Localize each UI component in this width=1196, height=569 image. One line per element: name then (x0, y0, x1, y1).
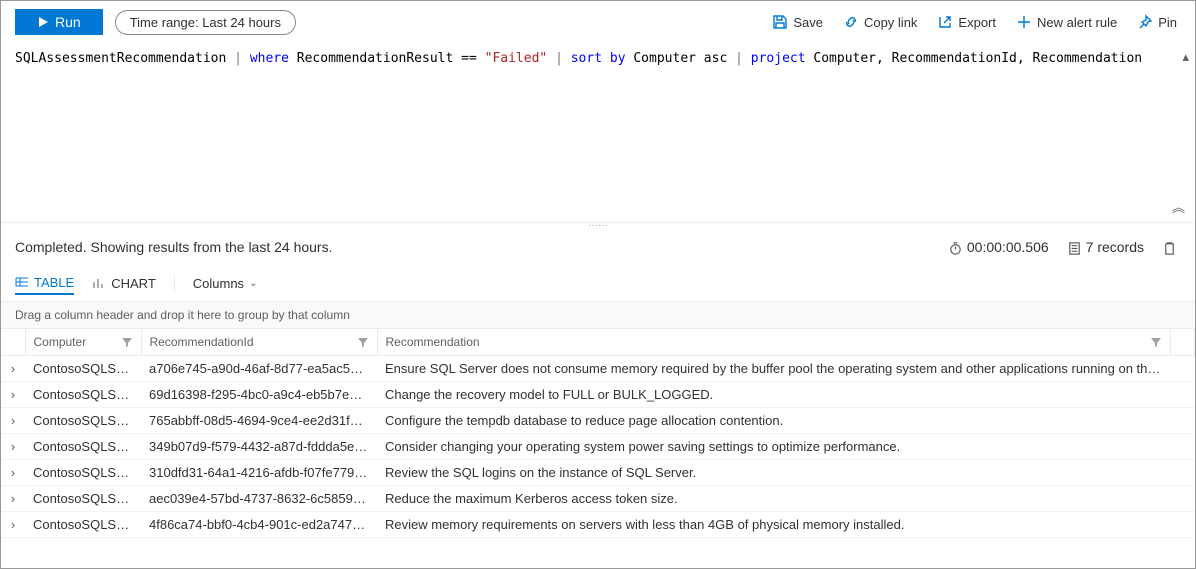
cell-recommendation: Reduce the maximum Kerberos access token… (377, 485, 1171, 511)
tab-chart[interactable]: CHART (92, 273, 156, 294)
table-row: ›ContosoSQLSrv1a706e745-a90d-46af-8d77-e… (1, 355, 1195, 381)
new-alert-button[interactable]: New alert rule (1012, 12, 1121, 32)
col-header-recommendation[interactable]: Recommendation (377, 329, 1171, 356)
run-button[interactable]: Run (15, 9, 103, 35)
pin-button[interactable]: Pin (1133, 12, 1181, 32)
table-row: ›ContosoSQLSrv14f86ca74-bbf0-4cb4-901c-e… (1, 511, 1195, 537)
cell-extra (1171, 381, 1195, 407)
save-label: Save (793, 15, 823, 30)
filter-icon[interactable] (357, 336, 369, 348)
table-row: ›ContosoSQLSrv1765abbff-08d5-4694-9ce4-e… (1, 407, 1195, 433)
cell-computer: ContosoSQLSrv1 (25, 511, 141, 537)
cell-recommendationid: a706e745-a90d-46af-8d77-ea5ac51a233c (141, 355, 377, 381)
cell-recommendation: Ensure SQL Server does not consume memor… (377, 355, 1171, 381)
table-row: ›ContosoSQLSrv169d16398-f295-4bc0-a9c4-e… (1, 381, 1195, 407)
query-editor[interactable]: ▴ SQLAssessmentRecommendation | where Re… (1, 43, 1195, 223)
result-tabs: TABLE CHART Columns ⌄ (1, 266, 1195, 302)
cell-extra (1171, 459, 1195, 485)
cell-recommendation: Review the SQL logins on the instance of… (377, 459, 1171, 485)
col-header-recommendationid[interactable]: RecommendationId (141, 329, 377, 356)
save-icon (772, 14, 788, 30)
cell-recommendationid: 349b07d9-f579-4432-a87d-fddda5e63c... (141, 433, 377, 459)
cell-extra (1171, 407, 1195, 433)
chevron-down-icon: ⌄ (249, 278, 257, 289)
cell-recommendation: Change the recovery model to FULL or BUL… (377, 381, 1171, 407)
scroll-up-icon[interactable]: ▴ (1182, 49, 1189, 65)
copy-results-button[interactable] (1162, 239, 1181, 256)
export-icon (937, 14, 953, 30)
expand-row-button[interactable]: › (1, 407, 25, 433)
tab-table-label: TABLE (34, 275, 74, 290)
records-icon (1067, 241, 1082, 256)
cell-computer: ContosoSQLSrv1 (25, 433, 141, 459)
copy-link-label: Copy link (864, 15, 917, 30)
query-text: SQLAssessmentRecommendation | where Reco… (1, 43, 1195, 74)
time-range-value: Last 24 hours (202, 15, 281, 30)
save-button[interactable]: Save (768, 12, 827, 32)
expand-row-button[interactable]: › (1, 485, 25, 511)
status-bar: Completed. Showing results from the last… (1, 229, 1195, 266)
cell-computer: ContosoSQLSrv1 (25, 459, 141, 485)
collapse-chevron-icon[interactable]: ︽ (1172, 197, 1185, 216)
new-alert-label: New alert rule (1037, 15, 1117, 30)
plus-icon (1016, 14, 1032, 30)
cell-extra (1171, 433, 1195, 459)
expand-row-button[interactable]: › (1, 381, 25, 407)
table-row: ›ContosoSQLSrv1349b07d9-f579-4432-a87d-f… (1, 433, 1195, 459)
play-icon (37, 16, 49, 28)
table-row: ›ContosoSQLSrv1aec039e4-57bd-4737-8632-6… (1, 485, 1195, 511)
record-count: 7 records (1067, 239, 1144, 256)
columns-label: Columns (193, 276, 244, 291)
cell-recommendationid: 69d16398-f295-4bc0-a9c4-eb5b7e7096... (141, 381, 377, 407)
expand-row-button[interactable]: › (1, 433, 25, 459)
clipboard-icon (1162, 241, 1177, 256)
cell-recommendationid: 310dfd31-64a1-4216-afdb-f07fe77972ca (141, 459, 377, 485)
duration: 00:00:00.506 (948, 239, 1049, 256)
time-range-pill[interactable]: Time range: Last 24 hours (115, 10, 296, 35)
toolbar: Run Time range: Last 24 hours Save Copy … (1, 1, 1195, 43)
col-header-extra (1171, 329, 1195, 356)
cell-recommendation: Consider changing your operating system … (377, 433, 1171, 459)
expand-row-button[interactable]: › (1, 355, 25, 381)
link-icon (843, 14, 859, 30)
export-button[interactable]: Export (933, 12, 1000, 32)
table-row: ›ContosoSQLSrv1310dfd31-64a1-4216-afdb-f… (1, 459, 1195, 485)
time-range-label: Time range: (130, 15, 199, 30)
col-header-computer[interactable]: Computer (25, 329, 141, 356)
expand-row-button[interactable]: › (1, 511, 25, 537)
tab-chart-label: CHART (111, 276, 156, 291)
cell-computer: ContosoSQLSrv1 (25, 485, 141, 511)
export-label: Export (958, 15, 996, 30)
pin-label: Pin (1158, 15, 1177, 30)
filter-icon[interactable] (1150, 336, 1162, 348)
stopwatch-icon (948, 241, 963, 256)
expand-row-button[interactable]: › (1, 459, 25, 485)
run-label: Run (55, 14, 81, 30)
pin-icon (1137, 14, 1153, 30)
filter-icon[interactable] (121, 336, 133, 348)
cell-extra (1171, 355, 1195, 381)
columns-dropdown[interactable]: Columns ⌄ (193, 273, 258, 294)
cell-extra (1171, 511, 1195, 537)
cell-recommendation: Configure the tempdb database to reduce … (377, 407, 1171, 433)
cell-computer: ContosoSQLSrv1 (25, 407, 141, 433)
results-table: Computer RecommendationId Recommendation… (1, 329, 1195, 538)
chart-icon (92, 276, 106, 290)
tab-separator (174, 274, 175, 292)
table-icon (15, 275, 29, 289)
expand-col-header (1, 329, 25, 356)
cell-recommendation: Review memory requirements on servers wi… (377, 511, 1171, 537)
cell-extra (1171, 485, 1195, 511)
cell-computer: ContosoSQLSrv1 (25, 381, 141, 407)
cell-recommendationid: 4f86ca74-bbf0-4cb4-901c-ed2a7476602b (141, 511, 377, 537)
group-by-hint[interactable]: Drag a column header and drop it here to… (1, 302, 1195, 329)
tab-table[interactable]: TABLE (15, 272, 74, 295)
copy-link-button[interactable]: Copy link (839, 12, 921, 32)
cell-recommendationid: aec039e4-57bd-4737-8632-6c58593d4... (141, 485, 377, 511)
cell-computer: ContosoSQLSrv1 (25, 355, 141, 381)
cell-recommendationid: 765abbff-08d5-4694-9ce4-ee2d31fe0dca (141, 407, 377, 433)
status-text: Completed. Showing results from the last… (15, 239, 333, 255)
